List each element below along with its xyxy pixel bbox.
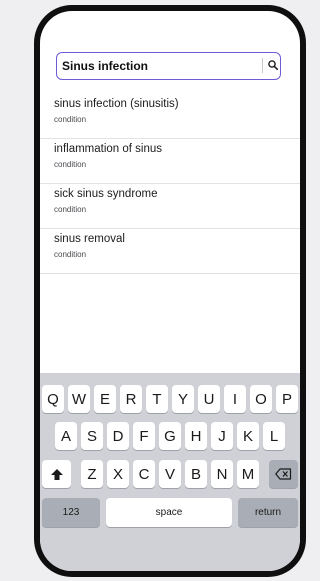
key-o[interactable]: O <box>250 385 272 413</box>
search-results: sinus infection (sinusitis) condition in… <box>40 94 300 274</box>
phone-frame: sinus infection (sinusitis) condition in… <box>34 5 306 577</box>
backspace-key[interactable] <box>269 460 298 488</box>
key-x[interactable]: X <box>107 460 129 488</box>
search-icon <box>268 60 278 70</box>
key-s[interactable]: S <box>81 422 103 450</box>
key-u[interactable]: U <box>198 385 220 413</box>
result-title: sinus infection (sinusitis) <box>54 98 179 110</box>
phone-screen: sinus infection (sinusitis) condition in… <box>40 11 300 571</box>
shift-icon <box>50 468 63 480</box>
key-z[interactable]: Z <box>81 460 103 488</box>
key-c[interactable]: C <box>133 460 155 488</box>
result-title: inflammation of sinus <box>54 143 163 155</box>
search-input[interactable] <box>62 53 258 78</box>
key-t[interactable]: T <box>146 385 168 413</box>
result-title: sick sinus syndrome <box>54 188 158 200</box>
key-b[interactable]: B <box>185 460 207 488</box>
key-v[interactable]: V <box>159 460 181 488</box>
key-f[interactable]: F <box>133 422 155 450</box>
result-item[interactable]: sinus removal condition <box>40 229 300 274</box>
search-divider <box>262 58 263 73</box>
result-item[interactable]: inflammation of sinus condition <box>40 139 300 184</box>
backspace-icon <box>275 468 292 480</box>
key-k[interactable]: K <box>237 422 259 450</box>
key-l[interactable]: L <box>263 422 285 450</box>
key-d[interactable]: D <box>107 422 129 450</box>
result-type: condition <box>54 250 87 259</box>
key-y[interactable]: Y <box>172 385 194 413</box>
numbers-key[interactable]: 123 <box>42 498 100 527</box>
result-item[interactable]: sick sinus syndrome condition <box>40 184 300 229</box>
result-type: condition <box>54 115 87 124</box>
key-r[interactable]: R <box>120 385 142 413</box>
result-title: sinus removal <box>54 233 125 245</box>
space-key[interactable]: space <box>106 498 232 527</box>
key-q[interactable]: Q <box>42 385 64 413</box>
search-button[interactable] <box>267 55 279 75</box>
return-key[interactable]: return <box>238 498 298 527</box>
key-e[interactable]: E <box>94 385 116 413</box>
key-i[interactable]: I <box>224 385 246 413</box>
key-h[interactable]: H <box>185 422 207 450</box>
shift-key[interactable] <box>42 460 71 488</box>
search-bar <box>56 52 281 80</box>
key-n[interactable]: N <box>211 460 233 488</box>
result-type: condition <box>54 160 87 169</box>
key-p[interactable]: P <box>276 385 298 413</box>
key-w[interactable]: W <box>68 385 90 413</box>
keyboard: Q W E R T Y U I O P A S D F G H J K L Z … <box>40 373 300 571</box>
key-j[interactable]: J <box>211 422 233 450</box>
key-a[interactable]: A <box>55 422 77 450</box>
key-m[interactable]: M <box>237 460 259 488</box>
result-item[interactable]: sinus infection (sinusitis) condition <box>40 94 300 139</box>
key-g[interactable]: G <box>159 422 181 450</box>
result-type: condition <box>54 205 87 214</box>
